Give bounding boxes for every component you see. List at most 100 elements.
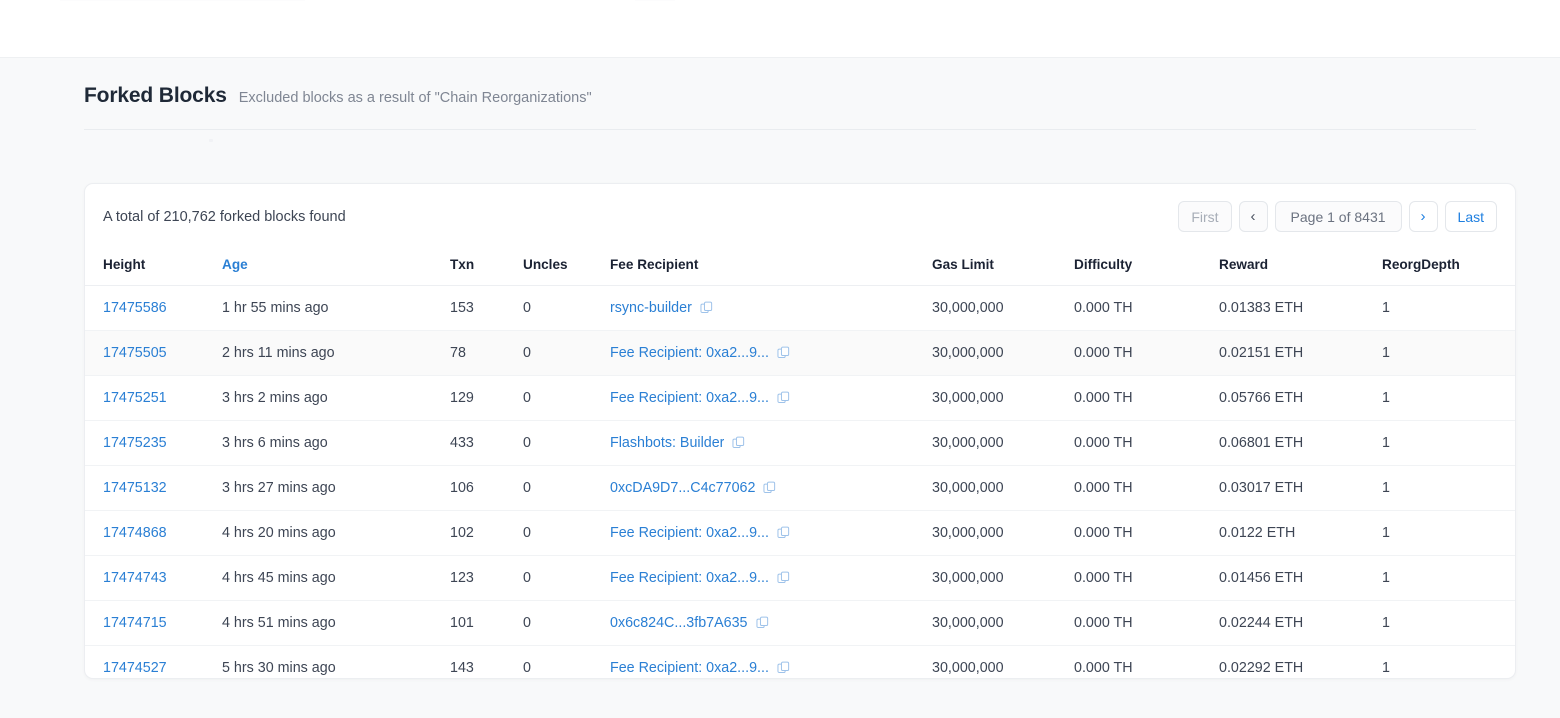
- cell-age: 3 hrs 6 mins ago: [222, 420, 450, 466]
- cell-uncles: 0: [523, 420, 610, 466]
- page-subtitle: Excluded blocks as a result of "Chain Re…: [238, 90, 592, 106]
- block-height-link[interactable]: 17475132: [103, 480, 167, 496]
- cell-reward: 0.0122 ETH: [1219, 510, 1382, 556]
- table-row[interactable]: 17474527 5 hrs 30 mins ago 143 0 Fee Recipie…: [85, 645, 1515, 678]
- cell-uncles: 0: [523, 285, 610, 331]
- cell-reward: 0.02292 ETH: [1219, 645, 1382, 678]
- copy-icon[interactable]: [755, 616, 770, 630]
- cell-uncles: 0: [523, 600, 610, 646]
- copy-icon[interactable]: [732, 436, 746, 450]
- cell-gas-limit: 30,000,000: [932, 285, 1074, 331]
- cell-reorg-depth: 1: [1382, 600, 1515, 646]
- table-row[interactable]: 17474715 4 hrs 51 mins ago 101 0 0x6c824C...…: [85, 600, 1515, 646]
- fee-recipient-link[interactable]: Fee Recipient: 0xa2...9...: [610, 390, 769, 406]
- page-title: Forked Blocks: [84, 84, 227, 107]
- block-height-link[interactable]: 17475505: [103, 345, 167, 361]
- copy-icon[interactable]: [777, 526, 791, 540]
- cell-reward: 0.01456 ETH: [1219, 555, 1382, 601]
- table-body: 17475586 1 hr 55 mins ago 153 0 rsync-builde…: [85, 285, 1515, 678]
- block-height-link[interactable]: 17474715: [103, 615, 167, 631]
- table-row[interactable]: 17475235 3 hrs 6 mins ago 433 0 Flashbots: B…: [85, 420, 1515, 466]
- copy-icon[interactable]: [777, 571, 791, 585]
- pagination-prev-button[interactable]: ‹: [1238, 201, 1268, 232]
- cell-fee-recipient: 0x6c824C...3fb7A635: [610, 600, 932, 646]
- copy-icon[interactable]: [777, 346, 791, 360]
- cell-gas-limit: 30,000,000: [932, 600, 1074, 646]
- fee-recipient-link[interactable]: Fee Recipient: 0xa2...9...: [610, 570, 769, 586]
- cell-fee-recipient: rsync-builder: [610, 285, 932, 331]
- cell-age: 2 hrs 11 mins ago: [222, 330, 450, 376]
- fee-recipient-group: Fee Recipient: 0xa2...9...: [610, 390, 932, 406]
- table-row[interactable]: 17475586 1 hr 55 mins ago 153 0 rsync-builde…: [85, 285, 1515, 331]
- block-height-link[interactable]: 17475251: [103, 390, 167, 406]
- copy-icon[interactable]: [700, 301, 714, 315]
- column-header-txn: Txn: [450, 248, 523, 286]
- fee-recipient-link[interactable]: Fee Recipient: 0xa2...9...: [610, 525, 769, 541]
- cell-reward: 0.05766 ETH: [1219, 375, 1382, 421]
- fee-recipient-link[interactable]: Flashbots: Builder: [610, 435, 724, 451]
- table-row[interactable]: 17474868 4 hrs 20 mins ago 102 0 Fee Recipie…: [85, 510, 1515, 556]
- fee-recipient-group: 0x6c824C...3fb7A635: [610, 615, 932, 631]
- cell-fee-recipient: Fee Recipient: 0xa2...9...: [610, 510, 932, 556]
- block-height-link[interactable]: 17474868: [103, 525, 167, 541]
- cell-height: 17475235: [85, 420, 222, 466]
- cell-age: 3 hrs 27 mins ago: [222, 465, 450, 511]
- column-header-gas-limit: Gas Limit: [932, 248, 1074, 286]
- cell-txn: 143: [450, 645, 523, 678]
- pagination-next-button[interactable]: ›: [1408, 201, 1438, 232]
- cell-uncles: 0: [523, 375, 610, 421]
- table-row[interactable]: 17474743 4 hrs 45 mins ago 123 0 Fee Recipie…: [85, 555, 1515, 601]
- table-row[interactable]: 17475132 3 hrs 27 mins ago 106 0 0xcDA9D7...…: [85, 465, 1515, 511]
- cell-difficulty: 0.000 TH: [1074, 510, 1219, 556]
- fee-recipient-group: Fee Recipient: 0xa2...9...: [610, 660, 932, 676]
- fee-recipient-link[interactable]: rsync-builder: [610, 300, 692, 316]
- forked-blocks-table: Height Age Txn Uncles Fee Recipient Gas …: [85, 248, 1515, 678]
- cell-uncles: 0: [523, 645, 610, 678]
- column-header-uncles: Uncles: [523, 248, 610, 286]
- block-height-link[interactable]: 17474527: [103, 660, 167, 676]
- cell-reorg-depth: 1: [1382, 330, 1515, 376]
- cell-age: 1 hr 55 mins ago: [222, 285, 450, 331]
- copy-icon[interactable]: [763, 481, 777, 495]
- column-header-difficulty: Difficulty: [1074, 248, 1219, 286]
- cell-fee-recipient: Fee Recipient: 0xa2...9...: [610, 330, 932, 376]
- block-height-link[interactable]: 17475235: [103, 435, 167, 451]
- page-title-row: Forked Blocks Excluded blocks as a resul…: [84, 84, 1560, 108]
- cell-difficulty: 0.000 TH: [1074, 375, 1219, 421]
- column-header-height: Height: [85, 248, 222, 286]
- fee-recipient-link[interactable]: Fee Recipient: 0xa2...9...: [610, 660, 769, 676]
- cell-difficulty: 0.000 TH: [1074, 645, 1219, 678]
- cell-age: 4 hrs 51 mins ago: [222, 600, 450, 646]
- cell-txn: 433: [450, 420, 523, 466]
- table-row[interactable]: 17475251 3 hrs 2 mins ago 129 0 Fee Recipien…: [85, 375, 1515, 421]
- block-height-link[interactable]: 17475586: [103, 300, 167, 316]
- cell-height: 17474743: [85, 555, 222, 601]
- column-header-age[interactable]: Age: [222, 248, 450, 286]
- cell-reorg-depth: 1: [1382, 510, 1515, 556]
- cell-gas-limit: 30,000,000: [932, 645, 1074, 678]
- cell-reorg-depth: 1: [1382, 465, 1515, 511]
- fee-recipient-link[interactable]: 0x6c824C...3fb7A635: [610, 615, 748, 631]
- nav-ghost-artifact: [60, 0, 305, 1]
- cell-difficulty: 0.000 TH: [1074, 465, 1219, 511]
- copy-icon[interactable]: [777, 661, 791, 675]
- cell-difficulty: 0.000 TH: [1074, 330, 1219, 376]
- cell-age: 4 hrs 45 mins ago: [222, 555, 450, 601]
- cell-reward: 0.01383 ETH: [1219, 285, 1382, 331]
- cell-fee-recipient: Fee Recipient: 0xa2...9...: [610, 375, 932, 421]
- header-spacer: [0, 130, 1560, 183]
- cell-txn: 102: [450, 510, 523, 556]
- fee-recipient-link[interactable]: Fee Recipient: 0xa2...9...: [610, 345, 769, 361]
- block-height-link[interactable]: 17474743: [103, 570, 167, 586]
- pagination-first-button[interactable]: First: [1178, 201, 1232, 232]
- forked-blocks-card: A total of 210,762 forked blocks found F…: [84, 183, 1516, 679]
- copy-icon[interactable]: [777, 391, 791, 405]
- cell-difficulty: 0.000 TH: [1074, 600, 1219, 646]
- fee-recipient-link[interactable]: 0xcDA9D7...C4c77062: [610, 480, 755, 496]
- table-row[interactable]: 17475505 2 hrs 11 mins ago 78 0 Fee Recipien…: [85, 330, 1515, 376]
- pagination-last-button[interactable]: Last: [1444, 201, 1497, 232]
- cell-reorg-depth: 1: [1382, 285, 1515, 331]
- cell-fee-recipient: Fee Recipient: 0xa2...9...: [610, 555, 932, 601]
- cell-height: 17475251: [85, 375, 222, 421]
- cell-reorg-depth: 1: [1382, 555, 1515, 601]
